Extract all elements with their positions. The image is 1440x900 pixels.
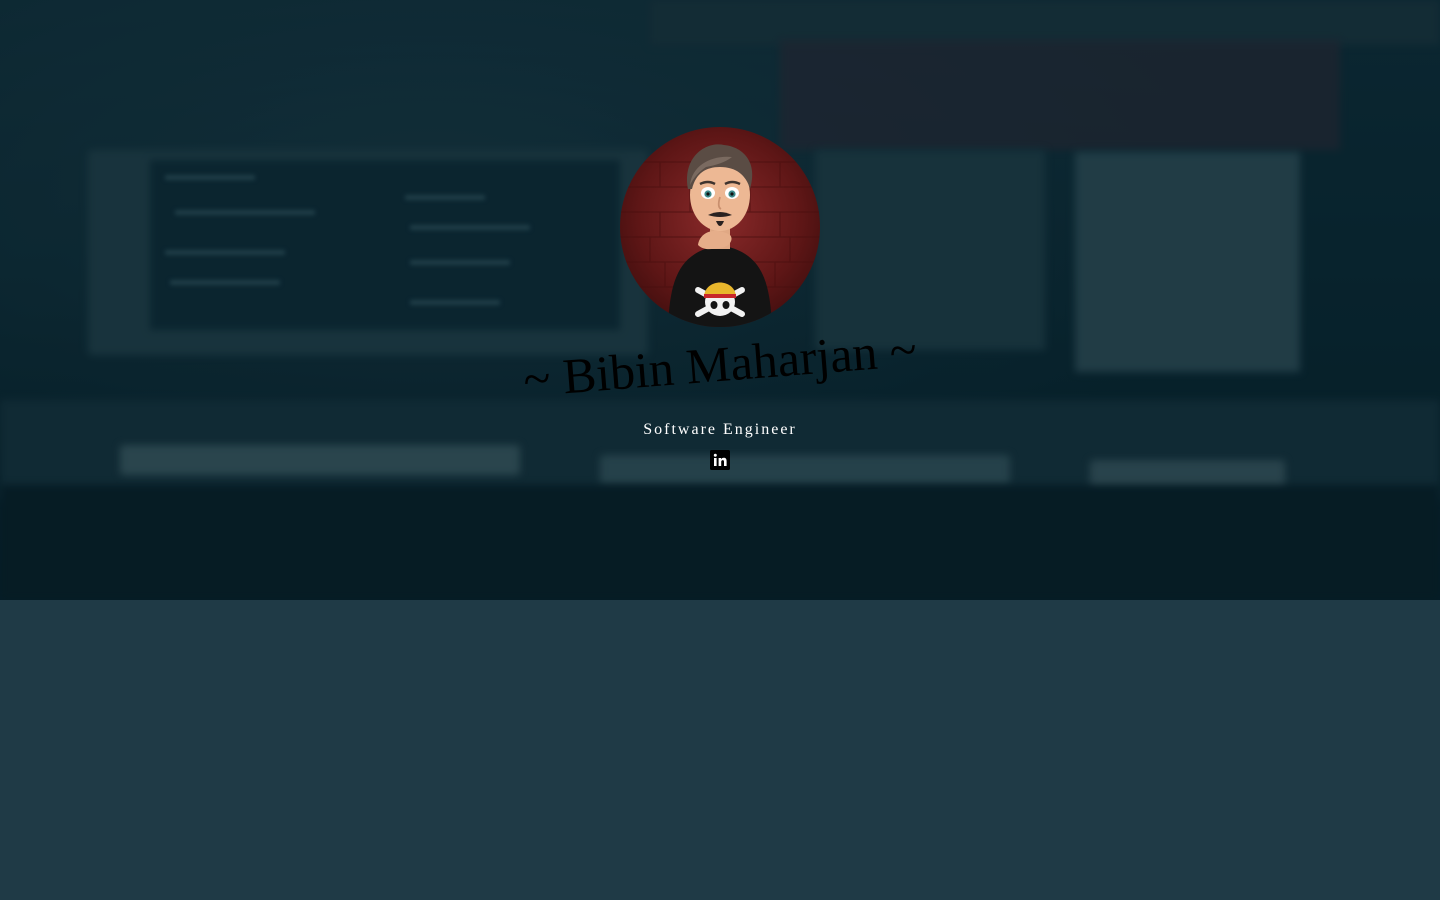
avatar [620,127,820,327]
linkedin-link[interactable] [710,450,730,470]
hero-section: ~ Bibin Maharjan ~ Software Engineer [0,0,1440,600]
content-section [0,600,1440,900]
hero-content: ~ Bibin Maharjan ~ Software Engineer [0,0,1440,600]
profile-name: ~ Bibin Maharjan ~ [521,320,919,408]
linkedin-icon [710,450,730,470]
profile-role: Software Engineer [643,421,797,438]
avatar-illustration [620,144,820,327]
page: ~ Bibin Maharjan ~ Software Engineer [0,0,1440,900]
